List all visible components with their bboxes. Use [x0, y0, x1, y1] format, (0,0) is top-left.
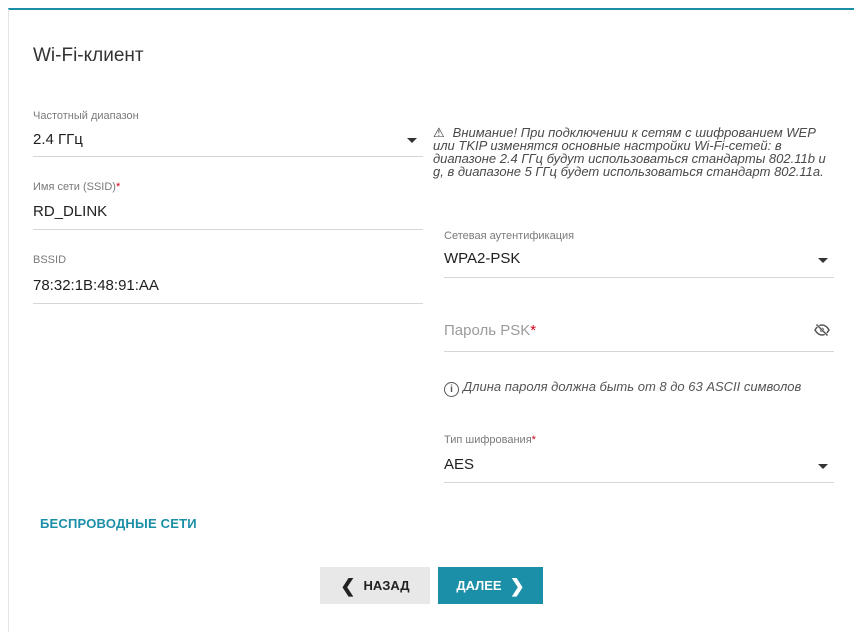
- eye-slash-icon[interactable]: [814, 323, 830, 342]
- psk-underline: [444, 351, 834, 352]
- band-value: 2.4 ГГц: [33, 131, 83, 148]
- auth-value: WPA2-PSK: [444, 250, 521, 267]
- ssid-underline: [33, 229, 423, 230]
- chevron-left-icon: ❮: [340, 575, 356, 596]
- info-icon: i: [444, 382, 459, 397]
- chevron-right-icon: ❯: [509, 575, 525, 596]
- warning-text: Внимание! При подключении к сетям с шифр…: [433, 125, 826, 179]
- bssid-value: 78:32:1B:48:91:AA: [33, 277, 159, 294]
- back-button[interactable]: ❮ НАЗАД: [320, 567, 430, 604]
- wireless-networks-link[interactable]: БЕСПРОВОДНЫЕ СЕТИ: [40, 516, 197, 531]
- auth-select[interactable]: Сетевая аутентификация WPA2-PSK: [444, 230, 834, 278]
- psk-password-input[interactable]: Пароль PSK*: [444, 312, 834, 352]
- auth-label: Сетевая аутентификация: [444, 230, 575, 242]
- band-underline: [33, 156, 423, 157]
- encryption-warning: ⚠ Внимание! При подключении к сетям с шиф…: [433, 126, 833, 178]
- bssid-underline: [33, 303, 423, 304]
- psk-placeholder: Пароль PSK*: [444, 322, 537, 339]
- band-label: Частотный диапазон: [33, 110, 139, 122]
- band-select[interactable]: Частотный диапазон 2.4 ГГц: [33, 110, 423, 157]
- cipher-value: AES: [444, 456, 475, 473]
- cipher-underline: [444, 482, 834, 483]
- next-button-label: ДАЛЕЕ: [456, 578, 502, 593]
- ssid-field[interactable]: Имя сети (SSID)* RD_DLINK: [33, 181, 423, 230]
- cipher-label: Тип шифрования*: [444, 434, 536, 446]
- bssid-label: BSSID: [33, 254, 67, 266]
- page-title: Wi-Fi-клиент: [33, 45, 144, 66]
- bssid-field[interactable]: BSSID 78:32:1B:48:91:AA: [33, 254, 423, 304]
- chevron-down-icon: [818, 258, 828, 263]
- hint-text: Длина пароля должна быть от 8 до 63 ASCI…: [463, 379, 802, 394]
- cipher-select[interactable]: Тип шифрования* AES: [444, 434, 834, 483]
- ssid-value: RD_DLINK: [33, 203, 108, 220]
- chevron-down-icon: [407, 138, 417, 143]
- chevron-down-icon: [818, 464, 828, 469]
- ssid-label: Имя сети (SSID)*: [33, 181, 121, 193]
- next-button[interactable]: ДАЛЕЕ ❯: [438, 567, 543, 604]
- auth-underline: [444, 277, 834, 278]
- password-hint: i Длина пароля должна быть от 8 до 63 ASC…: [444, 377, 834, 397]
- back-button-label: НАЗАД: [363, 578, 410, 593]
